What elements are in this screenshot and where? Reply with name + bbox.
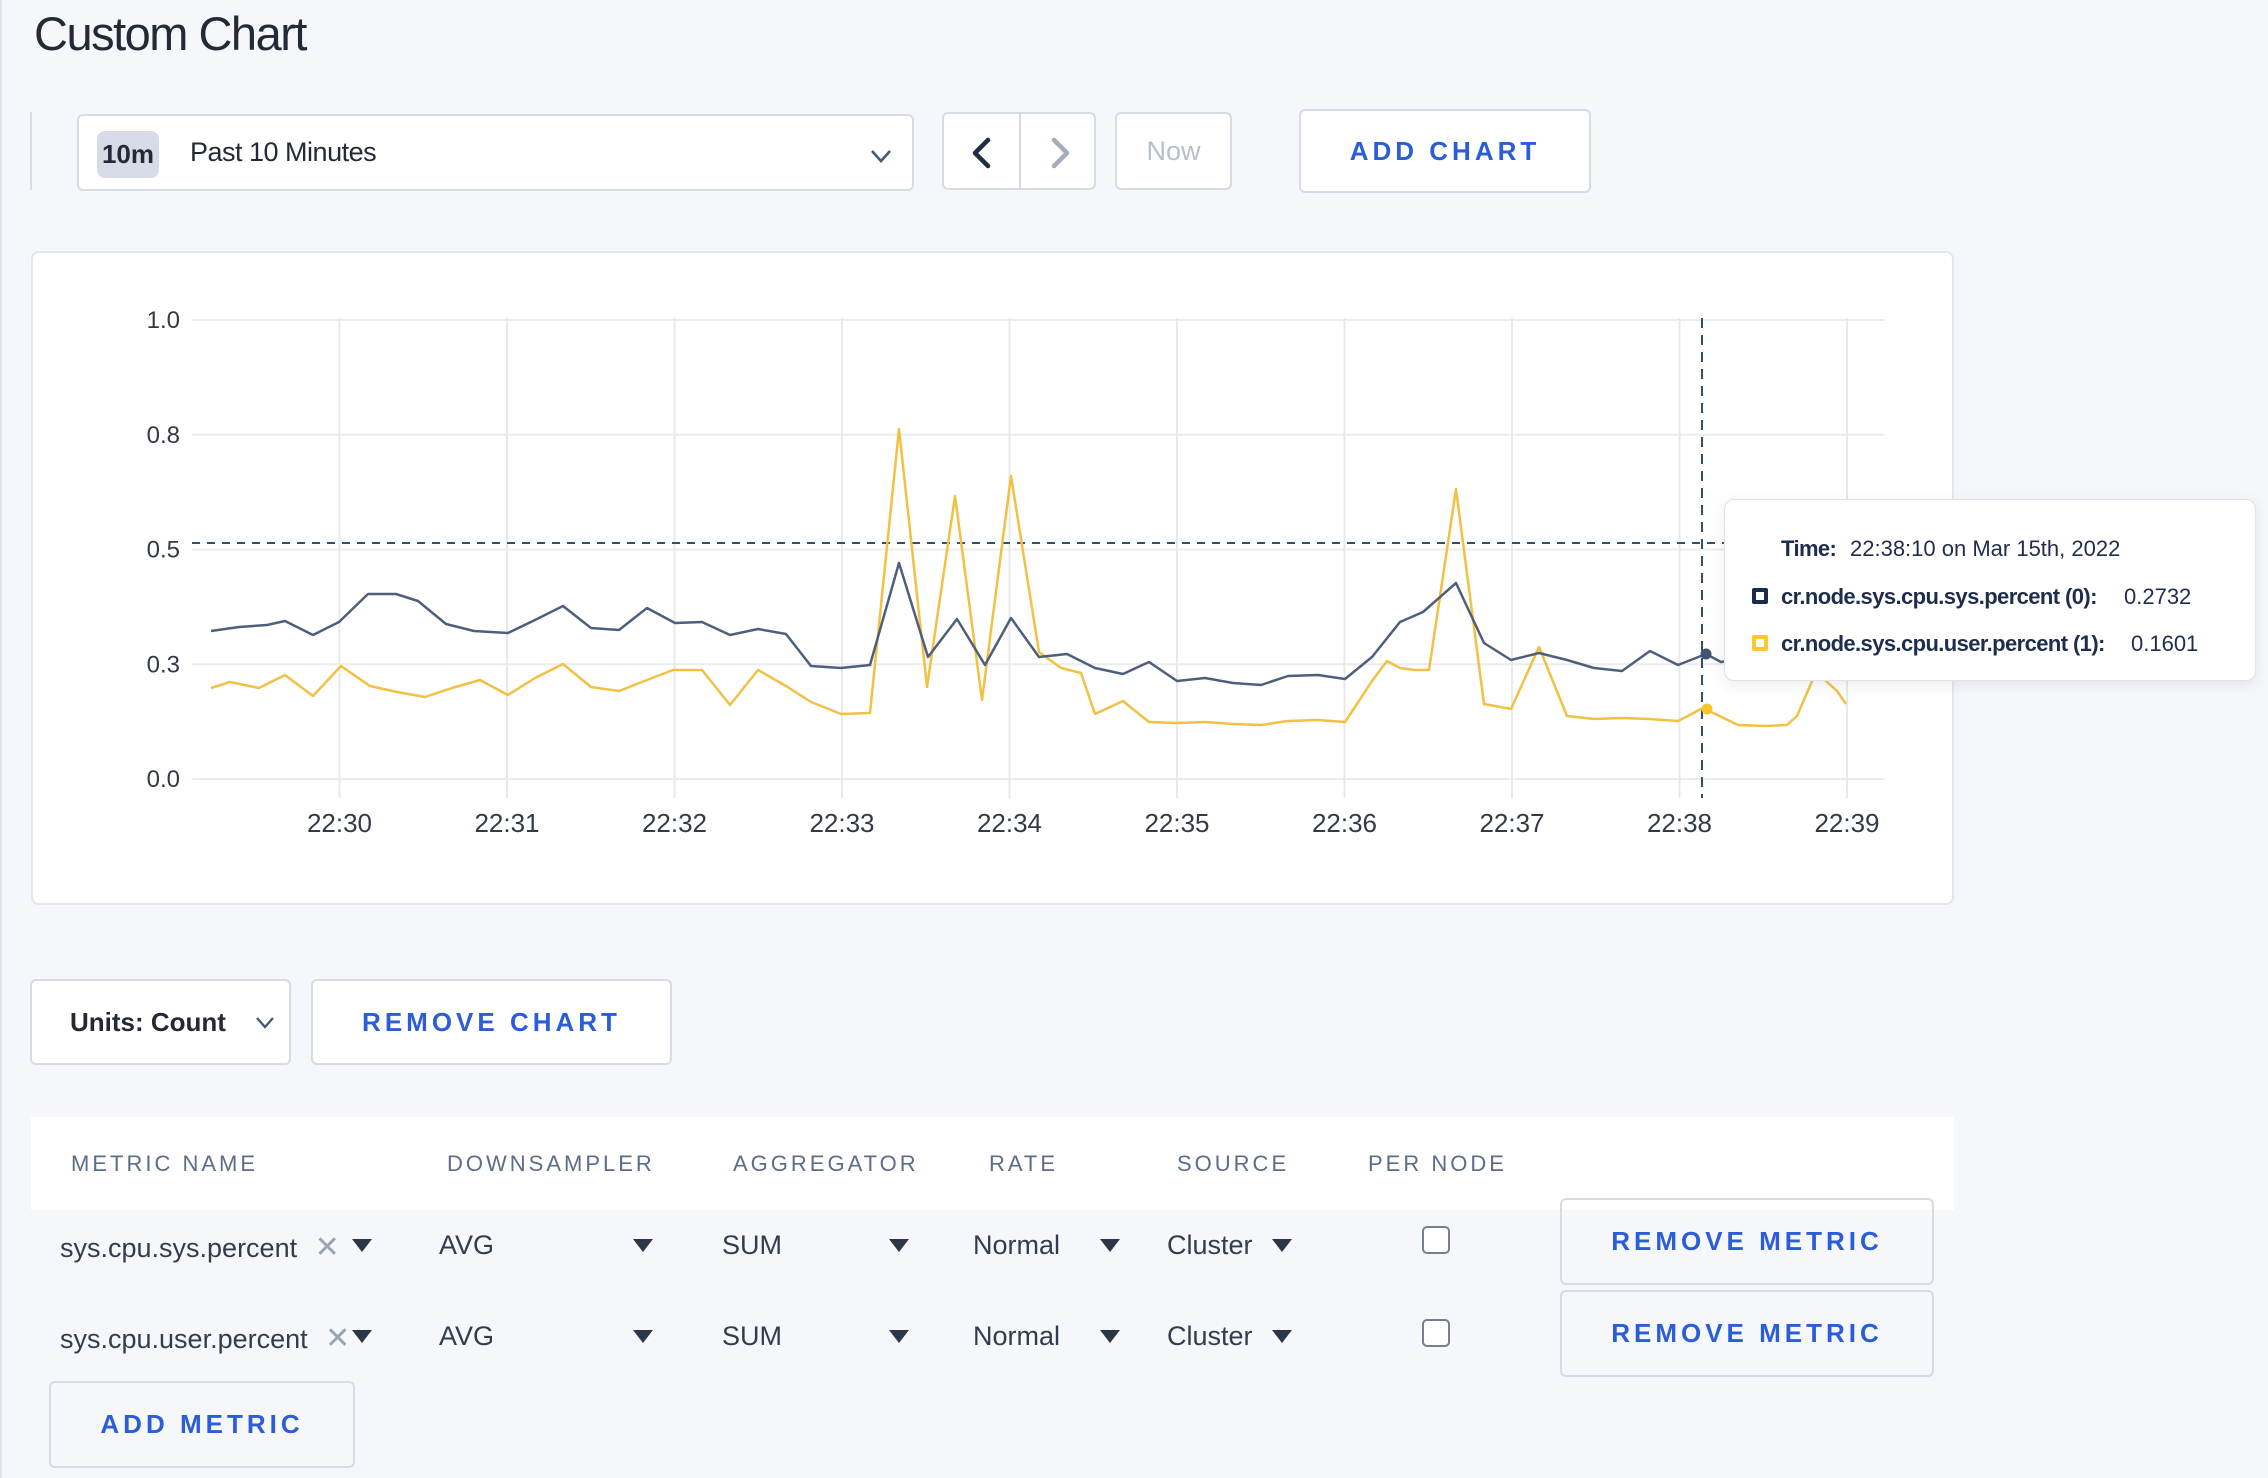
svg-text:22:33: 22:33 [809,808,874,838]
svg-text:22:36: 22:36 [1312,808,1377,838]
svg-text:22:34: 22:34 [977,808,1042,838]
svg-text:22:37: 22:37 [1479,808,1544,838]
svg-text:22:35: 22:35 [1144,808,1209,838]
svg-text:0.0: 0.0 [147,766,180,793]
svg-text:22:30: 22:30 [307,808,372,838]
svg-text:0.8: 0.8 [147,422,180,449]
svg-text:1.0: 1.0 [147,307,180,334]
svg-text:22:31: 22:31 [474,808,539,838]
svg-text:0.5: 0.5 [147,537,180,564]
svg-text:22:39: 22:39 [1814,808,1879,838]
svg-text:22:38: 22:38 [1647,808,1712,838]
svg-text:22:32: 22:32 [642,808,707,838]
svg-text:0.3: 0.3 [147,651,180,678]
